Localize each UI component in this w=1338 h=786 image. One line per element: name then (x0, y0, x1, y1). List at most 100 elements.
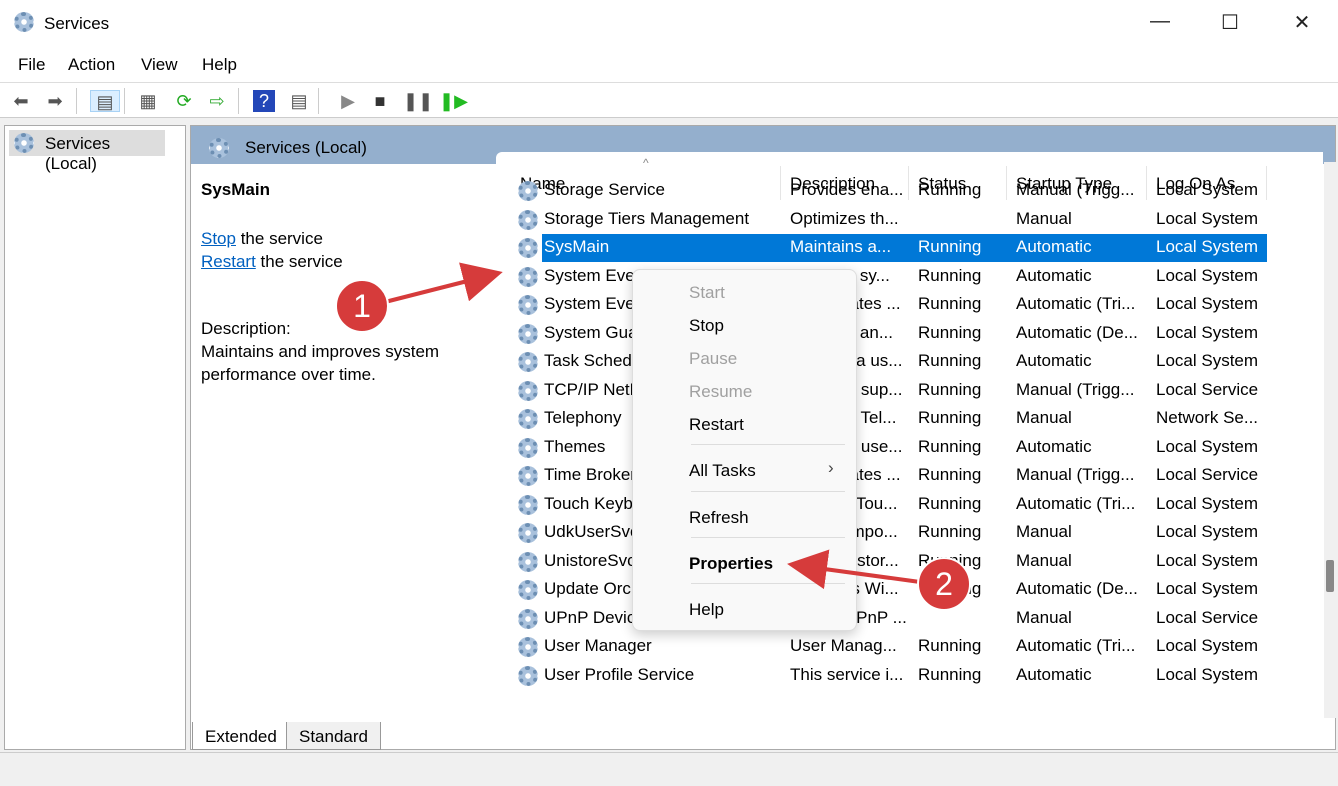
table-row[interactable]: SysMain Maintains a... Running Automatic Loc… (496, 234, 1267, 262)
menu-file[interactable]: File (18, 55, 45, 75)
menu-item-start[interactable]: Start (689, 283, 725, 303)
service-log-on-as: Network Se... (1156, 408, 1259, 427)
menu-item-properties[interactable]: Properties (689, 554, 773, 574)
table-row[interactable]: User Manager User Manag... Running Automati… (496, 633, 1266, 661)
restart-service-link[interactable]: Restart (201, 252, 256, 271)
service-gear-icon (518, 580, 538, 600)
table-row[interactable]: Task SchedulerEnables a us...RunningAuto… (496, 348, 1266, 376)
service-status: Running (918, 294, 982, 313)
export-list-icon[interactable]: ⇨ (206, 90, 228, 112)
table-row[interactable]: Update Orchestrator ServiceManages Wi...… (496, 576, 1266, 604)
detail-service-name: SysMain (201, 180, 270, 199)
table-row[interactable]: Time BrokerCoordinates ...RunningManual … (496, 462, 1266, 490)
show-action-pane-icon[interactable]: ▤ (288, 90, 310, 112)
service-gear-icon (518, 266, 538, 287)
menu-item-resume[interactable]: Resume (689, 382, 752, 402)
restart-icon[interactable]: ❚▶ (439, 90, 468, 112)
service-startup-type: Automatic (1016, 436, 1092, 456)
services-icon (14, 133, 34, 153)
start-icon[interactable]: ▶ (337, 90, 359, 112)
scrollbar-thumb[interactable] (1326, 560, 1334, 592)
menu-item-stop[interactable]: Stop (689, 316, 724, 336)
service-description: User Manag... (790, 636, 897, 655)
service-gear-icon (518, 466, 538, 486)
service-startup-type: Manual (1016, 522, 1072, 541)
menu-item-refresh[interactable]: Refresh (689, 508, 749, 528)
minimize-button[interactable]: — (1140, 10, 1180, 38)
service-status: Running (918, 408, 982, 427)
pane-title: Services (Local) (245, 138, 367, 157)
table-row[interactable]: UnistoreSvcHandles stor...RunningManualL… (496, 548, 1266, 576)
menu-action[interactable]: Action (68, 55, 115, 75)
service-startup-type: Automatic (1016, 265, 1092, 285)
service-startup-type: Automatic (Tri... (1016, 294, 1136, 313)
table-row[interactable]: UdkUserSvcShell compo...RunningManualLoc… (496, 519, 1266, 547)
service-startup-type: Automatic (Tri... (1016, 636, 1136, 655)
service-log-on-as: Local System (1156, 579, 1259, 598)
tree-item-services-local[interactable]: Services (Local) (9, 130, 165, 173)
console-tree: Services (Local) (4, 125, 186, 750)
service-log-on-as: Local System (1156, 294, 1259, 313)
service-status: Running (918, 237, 982, 256)
service-gear-icon (518, 238, 538, 258)
title-bar: Services — ☐ ✕ (0, 0, 1338, 48)
tab-extended[interactable]: Extended (192, 722, 290, 750)
service-startup-type: Automatic (1016, 351, 1092, 370)
callout-1: 1 (335, 279, 389, 333)
service-gear-icon (518, 295, 538, 315)
properties-icon[interactable]: ▦ (137, 90, 159, 112)
menu-item-all-tasks[interactable]: All Tasks (689, 461, 756, 481)
table-row[interactable]: System Event Notification ServiceMonitor… (496, 263, 1266, 291)
table-row[interactable]: User Profile Service This service i... Run… (496, 662, 1266, 690)
service-description: Maintains a... (790, 237, 892, 256)
service-status: Running (918, 379, 982, 399)
service-name: SysMain (544, 237, 610, 256)
table-row[interactable]: Storage Tiers Management Optimizes th... M… (496, 206, 1266, 234)
table-row[interactable]: TCP/IP NetBIOS HelperProvides sup...Runn… (496, 377, 1266, 405)
tab-standard[interactable]: Standard (286, 722, 381, 750)
stop-text: the service (235, 229, 323, 248)
table-row[interactable]: System Events BrokerCoordinates ...Runni… (496, 291, 1266, 319)
service-log-on-as: Local System (1156, 636, 1259, 655)
table-row[interactable]: Storage Service Provides ena... Running Man… (496, 177, 1266, 205)
help-icon[interactable]: ? (253, 90, 275, 112)
service-startup-type: Manual (Trigg... (1016, 465, 1135, 484)
table-row[interactable]: System Guard Runtime Monitor BrokerMonit… (496, 320, 1266, 348)
service-gear-icon (518, 409, 538, 429)
service-startup-type: Manual (Trigg... (1016, 180, 1135, 199)
refresh-icon[interactable]: ⟳ (173, 90, 195, 112)
service-log-on-as: Local System (1156, 351, 1259, 370)
table-row[interactable]: TelephonyProvides Tel...RunningManualNet… (496, 405, 1266, 433)
vertical-scrollbar[interactable] (1324, 162, 1336, 718)
table-row[interactable]: Touch Keyboard and Handwriting Panel Ser… (496, 491, 1266, 519)
menu-item-pause[interactable]: Pause (689, 349, 737, 369)
back-icon[interactable]: ⬅ (10, 90, 32, 112)
service-name: Storage Service (544, 180, 665, 199)
pause-icon[interactable]: ❚❚ (403, 90, 433, 112)
service-log-on-as: Local Service (1156, 379, 1259, 399)
service-log-on-as: Local System (1156, 180, 1259, 199)
forward-icon[interactable]: ➡ (44, 90, 66, 112)
service-log-on-as: Local System (1156, 265, 1259, 285)
service-startup-type: Automatic (1016, 237, 1092, 256)
menu-view[interactable]: View (141, 55, 178, 75)
show-hide-tree-icon[interactable]: ▤ (90, 90, 120, 112)
service-startup-type: Automatic (De... (1016, 322, 1138, 342)
callout-2: 2 (917, 557, 971, 611)
table-row[interactable]: ThemesProvides use...RunningAutomaticLoc… (496, 434, 1266, 462)
context-menu: Start Stop Pause Resume Restart All Task… (632, 269, 857, 631)
service-log-on-as: Local System (1156, 237, 1259, 256)
menu-item-restart[interactable]: Restart (689, 415, 744, 435)
service-gear-icon (518, 437, 538, 458)
service-log-on-as: Local Service (1156, 465, 1259, 484)
stop-icon[interactable]: ■ (369, 90, 391, 112)
service-log-on-as: Local System (1156, 493, 1259, 513)
menu-item-help[interactable]: Help (689, 600, 724, 620)
close-button[interactable]: ✕ (1282, 10, 1322, 38)
maximize-button[interactable]: ☐ (1210, 10, 1250, 38)
table-row[interactable]: UPnP Device HostAllows UPnP ...ManualLoc… (496, 605, 1266, 633)
menu-help[interactable]: Help (202, 55, 237, 75)
service-log-on-as: Local Service (1156, 607, 1259, 627)
stop-service-link[interactable]: Stop (201, 229, 236, 248)
description-text: Maintains and improves system performanc… (201, 342, 440, 384)
